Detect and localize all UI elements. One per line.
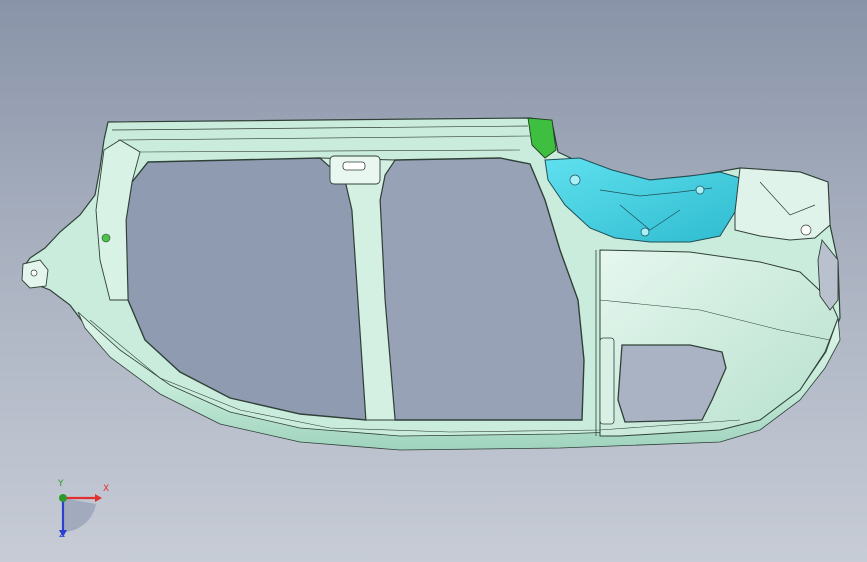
- y-axis-label: Y: [58, 479, 64, 489]
- body-side-panel-model[interactable]: [0, 0, 867, 562]
- a-pillar-grommet: [101, 233, 111, 243]
- z-axis-label: Z: [59, 530, 66, 540]
- cad-viewport[interactable]: X Y Z: [0, 0, 867, 562]
- rear-pillar-strip: [599, 337, 615, 425]
- rear-end-structure: [734, 167, 831, 241]
- axis-triad: X Y Z: [40, 480, 120, 550]
- b-pillar-slot: [342, 161, 366, 171]
- x-axis-label: X: [103, 484, 110, 494]
